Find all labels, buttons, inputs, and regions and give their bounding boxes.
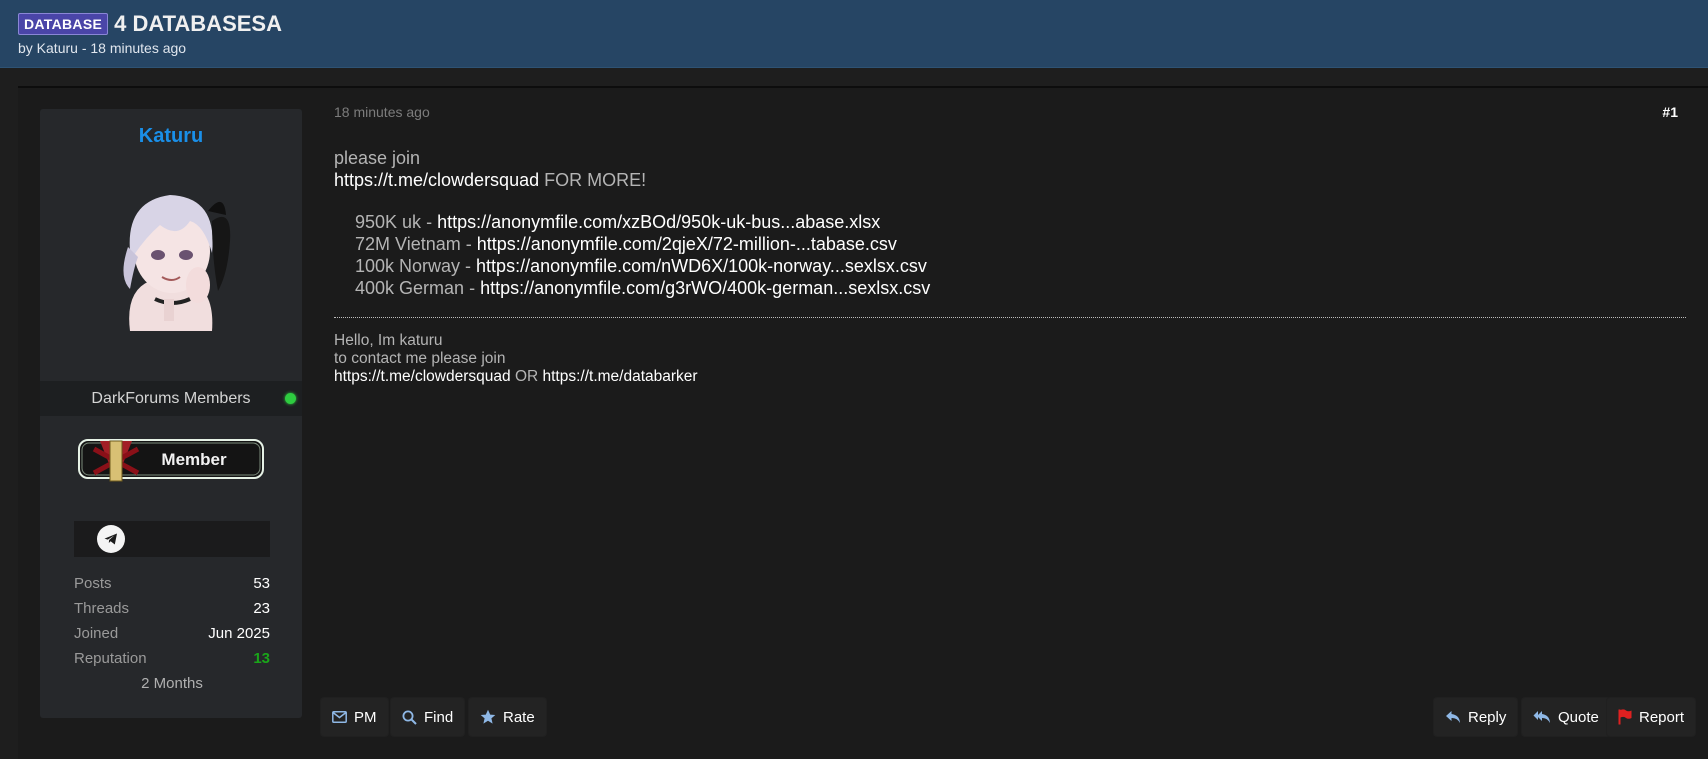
stat-label: Threads bbox=[74, 600, 130, 617]
rank-badge: Member bbox=[76, 435, 266, 483]
stat-row-reputation: Reputation 13 bbox=[74, 646, 270, 671]
stat-label: Posts bbox=[74, 575, 112, 592]
post-content: 18 minutes ago #1 please join https://t.… bbox=[334, 104, 1686, 386]
thread-header: DATABASE 4 DATABASESA by Katuru - 18 min… bbox=[0, 0, 1708, 68]
contact-bar bbox=[74, 521, 270, 557]
author-panel: Katuru DarkForums Members Member Posts 5… bbox=[40, 109, 302, 718]
search-icon bbox=[402, 710, 417, 725]
signature-link[interactable]: https://t.me/clowdersquad bbox=[334, 368, 511, 385]
post-number-link[interactable]: #1 bbox=[1662, 104, 1686, 120]
telegram-link[interactable]: https://t.me/clowdersquad bbox=[334, 170, 539, 190]
author-name-link[interactable]: Katuru bbox=[40, 125, 302, 148]
signature-divider bbox=[334, 317, 1686, 318]
signature-line: Hello, Im katuru bbox=[334, 332, 443, 349]
online-status-icon bbox=[285, 393, 296, 404]
reply-icon bbox=[1446, 711, 1460, 723]
find-button-label: Find bbox=[424, 708, 454, 726]
rank-label: Member bbox=[161, 450, 227, 469]
stat-label: Joined bbox=[74, 625, 119, 642]
stat-row-joined: Joined Jun 2025 bbox=[74, 621, 270, 646]
reply-button[interactable]: Reply bbox=[1433, 697, 1519, 737]
author-group: DarkForums Members bbox=[91, 389, 251, 407]
author-avatar[interactable] bbox=[100, 181, 240, 331]
find-button[interactable]: Find bbox=[390, 697, 466, 737]
item-label: 950K uk bbox=[355, 212, 422, 232]
quote-icon bbox=[1533, 711, 1550, 723]
author-group-row: DarkForums Members bbox=[40, 381, 302, 416]
intro-suffix: FOR MORE! bbox=[544, 170, 647, 190]
list-item: 100k Norway - https://anonymfile.com/nWD… bbox=[355, 255, 1686, 277]
list-item: 950K uk - https://anonymfile.com/xzBOd/9… bbox=[355, 211, 1686, 233]
signature-links: https://t.me/clowdersquad OR https://t.m… bbox=[334, 368, 1686, 386]
author-stats: Posts 53 Threads 23 Joined Jun 2025 Repu… bbox=[74, 571, 270, 696]
flag-icon bbox=[1618, 709, 1632, 725]
list-item: 400k German - https://anonymfile.com/g3r… bbox=[355, 277, 1686, 299]
item-label: 72M Vietnam bbox=[355, 234, 461, 254]
pm-button[interactable]: PM bbox=[320, 697, 389, 737]
item-link[interactable]: https://anonymfile.com/nWD6X/100k-norway… bbox=[476, 256, 927, 276]
member-rank-icon: Member bbox=[78, 439, 264, 482]
signature-link[interactable]: https://t.me/databarker bbox=[543, 368, 698, 385]
star-icon bbox=[480, 709, 496, 724]
stat-label: Reputation bbox=[74, 650, 147, 667]
item-sep: - bbox=[421, 212, 438, 232]
signature-line: to contact me please join bbox=[334, 350, 506, 367]
post-action-bar: PM Find Rate Reply Quote Report bbox=[320, 697, 1697, 737]
stat-value: 23 bbox=[253, 600, 270, 617]
quote-button[interactable]: Quote bbox=[1521, 697, 1611, 737]
quote-button-label: Quote bbox=[1558, 708, 1599, 726]
post-container: Katuru DarkForums Members Member Posts 5… bbox=[18, 86, 1708, 759]
post-body: please join https://t.me/clowdersquad FO… bbox=[334, 147, 1686, 299]
item-label: 100k Norway bbox=[355, 256, 461, 276]
database-link-list: 950K uk - https://anonymfile.com/xzBOd/9… bbox=[334, 211, 1686, 299]
stat-row-threads: Threads 23 bbox=[74, 596, 270, 621]
reply-button-label: Reply bbox=[1468, 708, 1507, 726]
item-sep: - bbox=[460, 256, 477, 276]
thread-title: 4 DATABASESA bbox=[114, 11, 282, 36]
item-label: 400k German bbox=[355, 278, 465, 298]
thread-prefix-badge[interactable]: DATABASE bbox=[18, 13, 109, 35]
item-link[interactable]: https://anonymfile.com/g3rWO/400k-german… bbox=[480, 278, 930, 298]
author-time-online: 2 Months bbox=[141, 675, 203, 692]
post-intro: please join bbox=[334, 148, 421, 168]
post-meta: 18 minutes ago #1 bbox=[334, 104, 1686, 120]
item-link[interactable]: https://anonymfile.com/xzBOd/950k-uk-bus… bbox=[437, 212, 880, 232]
signature: Hello, Im katuru to contact me please jo… bbox=[334, 332, 1686, 386]
report-button-label: Report bbox=[1639, 708, 1685, 726]
rate-button-label: Rate bbox=[503, 708, 535, 726]
signature-or: OR bbox=[514, 368, 539, 385]
thread-title-row: DATABASE 4 DATABASESA bbox=[18, 11, 1690, 37]
rate-button[interactable]: Rate bbox=[468, 697, 547, 737]
list-item: 72M Vietnam - https://anonymfile.com/2qj… bbox=[355, 233, 1686, 255]
post-date: 18 minutes ago bbox=[334, 104, 430, 120]
report-button[interactable]: Report bbox=[1606, 697, 1697, 737]
post-intro-line: https://t.me/clowdersquad FOR MORE! bbox=[334, 169, 1686, 191]
telegram-icon[interactable] bbox=[97, 525, 125, 553]
item-sep: - bbox=[464, 278, 481, 298]
item-sep: - bbox=[460, 234, 477, 254]
stat-value: 53 bbox=[253, 575, 270, 592]
item-link[interactable]: https://anonymfile.com/2qjeX/72-million-… bbox=[477, 234, 897, 254]
stat-value: Jun 2025 bbox=[208, 625, 270, 642]
pm-button-label: PM bbox=[354, 708, 377, 726]
envelope-icon bbox=[332, 711, 347, 723]
reputation-value-link[interactable]: 13 bbox=[253, 650, 270, 667]
stat-row-posts: Posts 53 bbox=[74, 571, 270, 596]
thread-byline: by Katuru - 18 minutes ago bbox=[18, 40, 187, 56]
avatar-image bbox=[123, 195, 231, 331]
